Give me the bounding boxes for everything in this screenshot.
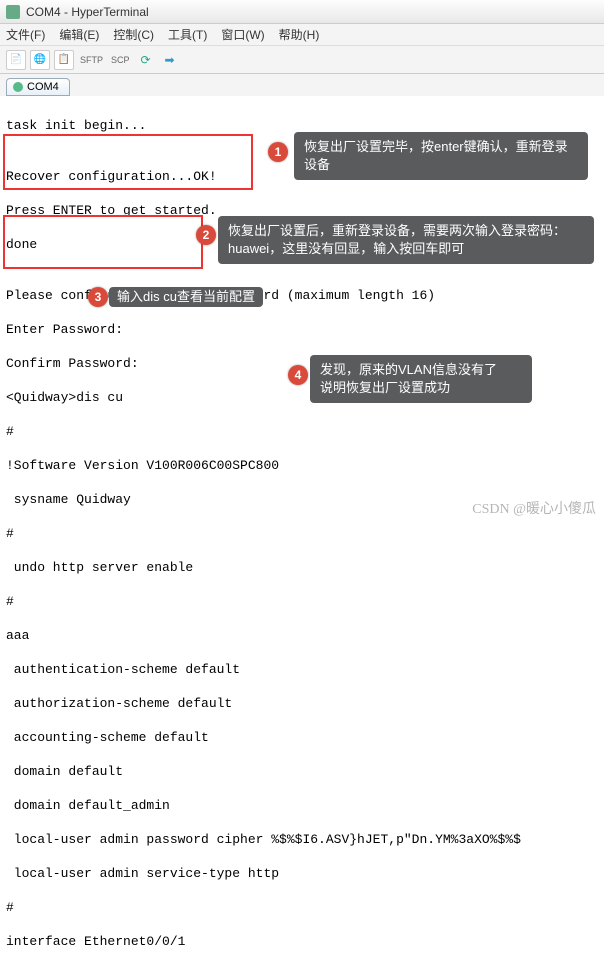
toolbar-scp-label[interactable]: SCP [111,55,130,65]
toolbar-btn-3[interactable]: 📋 [54,50,74,70]
menu-window[interactable]: 窗口(W) [221,26,264,43]
annotation-callout-1: 恢复出厂设置完毕，按enter键确认，重新登录设备 [294,132,588,180]
annotation-number-4: 4 [288,365,308,385]
menu-edit[interactable]: 编辑(E) [59,26,99,43]
window-title: COM4 - HyperTerminal [26,5,149,19]
term-line: aaa [6,627,598,644]
menu-tools[interactable]: 工具(T) [168,26,207,43]
term-line: authorization-scheme default [6,695,598,712]
tab-bar: COM4 [0,74,604,96]
term-line: !Software Version V100R006C00SPC800 [6,457,598,474]
term-line: # [6,525,598,542]
annotation-callout-3: 输入dis cu查看当前配置 [109,287,263,307]
term-line: # [6,593,598,610]
term-line: # [6,423,598,440]
term-line: Enter Password: [6,321,598,338]
term-line: undo http server enable [6,559,598,576]
term-line: authentication-scheme default [6,661,598,678]
tab-com4[interactable]: COM4 [6,78,70,96]
menu-bar: 文件(F) 编辑(E) 控制(C) 工具(T) 窗口(W) 帮助(H) [0,24,604,46]
toolbar-btn-1[interactable]: 📄 [6,50,26,70]
menu-help[interactable]: 帮助(H) [279,26,320,43]
annotation-number-2: 2 [196,225,216,245]
toolbar-btn-2[interactable]: 🌐 [30,50,50,70]
toolbar-btn-5[interactable]: ➡ [160,50,180,70]
toolbar-sftp-label[interactable]: SFTP [80,55,103,65]
term-line: domain default [6,763,598,780]
menu-file[interactable]: 文件(F) [6,26,45,43]
tab-label: COM4 [27,81,59,93]
menu-control[interactable]: 控制(C) [113,26,154,43]
watermark: CSDN @暖心小傻瓜 [472,498,596,518]
annotation-number-3: 3 [88,287,108,307]
app-icon [6,5,20,19]
term-line: local-user admin password cipher %$%$I6.… [6,831,598,848]
term-line: interface Ethernet0/0/1 [6,933,598,950]
term-line: accounting-scheme default [6,729,598,746]
term-line: domain default_admin [6,797,598,814]
toolbar-btn-4[interactable]: ⟳ [136,50,156,70]
annotation-number-1: 1 [268,142,288,162]
annotation-callout-2: 恢复出厂设置后，重新登录设备，需要两次输入登录密码：huawei，这里没有回显，… [218,216,594,264]
status-dot-icon [13,82,23,92]
toolbar: 📄 🌐 📋 SFTP SCP ⟳ ➡ [0,46,604,74]
term-line: local-user admin service-type http [6,865,598,882]
term-line: # [6,899,598,916]
annotation-callout-4: 发现，原来的VLAN信息没有了 说明恢复出厂设置成功 [310,355,532,403]
window-titlebar: COM4 - HyperTerminal [0,0,604,24]
